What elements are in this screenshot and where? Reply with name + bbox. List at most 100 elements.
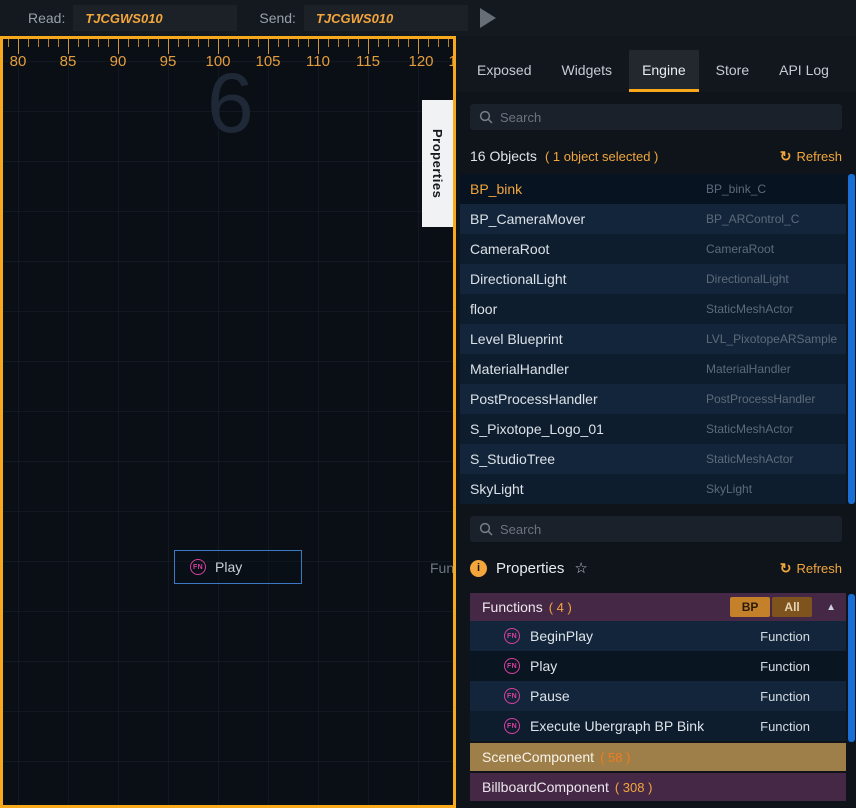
send-input[interactable] [304,5,468,31]
object-row[interactable]: S_StudioTree StaticMeshActor [460,444,846,474]
section-name: BillboardComponent [482,779,609,795]
refresh-icon: ↻ [780,148,792,165]
objects-refresh-button[interactable]: ↻ Refresh [780,148,842,165]
object-type: StaticMeshActor [706,452,838,466]
object-row[interactable]: MaterialHandler MaterialHandler [460,354,846,384]
section-name: SceneComponent [482,749,594,765]
objects-count: 16 Objects [470,148,537,164]
object-name: MaterialHandler [470,361,706,377]
play-icon[interactable] [480,8,496,28]
objects-search [470,104,842,130]
properties-refresh-button[interactable]: ↻ Refresh [780,560,842,577]
tab-store[interactable]: Store [703,50,762,92]
ruler-label: 110 [306,53,330,70]
object-name: Level Blueprint [470,331,706,347]
object-name: CameraRoot [470,241,706,257]
search-icon [479,522,493,536]
refresh-label: Refresh [796,149,842,164]
function-name: Pause [530,688,570,704]
function-row[interactable]: FN BeginPlay Function [470,621,846,651]
object-name: BP_bink [470,181,706,197]
function-row[interactable]: FN Pause Function [470,681,846,711]
object-row[interactable]: SkyLight SkyLight [460,474,846,504]
object-name: SkyLight [470,481,706,497]
object-row[interactable]: BP_CameraMover BP_ARControl_C [460,204,846,234]
tab-widgets[interactable]: Widgets [548,50,625,92]
objects-search-input[interactable] [470,104,842,130]
viewport-grid [3,39,453,805]
ruler-label: 80 [10,53,27,70]
ruler-label: 105 [255,53,280,70]
ruler-label: 85 [60,53,77,70]
section-count: ( 58 ) [600,750,630,765]
object-name: floor [470,301,706,317]
refresh-icon: ↻ [780,560,792,577]
play-function-widget[interactable]: FN Play [174,550,302,584]
object-row[interactable]: DirectionalLight DirectionalLight [460,264,846,294]
function-row[interactable]: FN Play Function [470,651,846,681]
star-icon[interactable]: ☆ [574,559,587,577]
object-row[interactable]: Level Blueprint LVL_PixotopeARSample... [460,324,846,354]
object-name: DirectionalLight [470,271,706,287]
object-type: LVL_PixotopeARSample... [706,332,838,346]
ruler-label-clipped: 125 [448,53,456,70]
tab-engine[interactable]: Engine [629,50,699,92]
search-icon [479,110,493,124]
properties-title: Properties [496,560,564,577]
objects-list: BP_bink BP_bink_C BP_CameraMover BP_ARCo… [460,174,846,504]
top-bar: Read: Send: [0,0,856,36]
all-filter-button[interactable]: All [772,597,812,617]
section-header-scenecomponent[interactable]: SceneComponent ( 58 ) [470,743,846,771]
fn-icon: FN [190,559,206,575]
objects-selection-note: ( 1 object selected ) [545,149,658,164]
object-row[interactable]: BP_bink BP_bink_C [460,174,846,204]
refresh-label: Refresh [796,561,842,576]
panel-tab-bar: Exposed Widgets Engine Store API Log [456,36,856,92]
collapse-icon[interactable]: ▲ [826,602,836,613]
fn-icon: FN [504,688,520,704]
object-name: S_StudioTree [470,451,706,467]
object-type: SkyLight [706,482,838,496]
section-header-billboardcomponent[interactable]: BillboardComponent ( 308 ) [470,773,846,801]
object-type: PostProcessHandler [706,392,838,406]
object-row[interactable]: PostProcessHandler PostProcessHandler [460,384,846,414]
fn-icon: FN [504,658,520,674]
object-row[interactable]: floor StaticMeshActor [460,294,846,324]
ruler-label: 115 [356,53,380,70]
object-type: DirectionalLight [706,272,838,286]
read-input[interactable] [73,5,237,31]
section-count: ( 308 ) [615,780,653,795]
object-type: CameraRoot [706,242,838,256]
object-type: StaticMeshActor [706,422,838,436]
bp-all-toggle: BP All [730,597,812,617]
ruler-label: 90 [110,53,127,70]
function-type: Function [760,689,810,704]
properties-side-tab[interactable]: Properties [422,100,453,227]
clipped-text: Func [430,560,456,576]
viewport: 80 85 90 95 100 105 110 115 120 125 6 Fu… [0,36,456,808]
function-type: Function [760,659,810,674]
tab-api-log[interactable]: API Log [766,50,842,92]
properties-search-input[interactable] [470,516,842,542]
section-header-functions[interactable]: Functions ( 4 ) BP All ▲ [470,593,846,621]
object-name: S_Pixotope_Logo_01 [470,421,706,437]
section-name: Functions [482,599,543,615]
tab-exposed[interactable]: Exposed [464,50,544,92]
object-row[interactable]: CameraRoot CameraRoot [460,234,846,264]
function-row[interactable]: FN Execute Ubergraph BP Bink Function [470,711,846,741]
objects-scrollbar[interactable] [848,174,855,504]
fn-icon: FN [504,628,520,644]
bp-filter-button[interactable]: BP [730,597,770,617]
read-label: Read: [28,10,65,26]
object-row[interactable]: S_Pixotope_Logo_01 StaticMeshActor [460,414,846,444]
properties-header: i Properties ☆ ↻ Refresh [470,556,842,580]
object-type: StaticMeshActor [706,302,838,316]
play-widget-label: Play [215,559,242,575]
functions-list: FN BeginPlay Function FN Play Function F… [470,621,846,741]
info-icon[interactable]: i [470,560,487,577]
properties-scrollbar[interactable] [848,594,855,742]
objects-header: 16 Objects ( 1 object selected ) ↻ Refre… [470,146,842,166]
function-name: Play [530,658,557,674]
ruler-major-ticks [3,39,453,54]
object-type: BP_bink_C [706,182,838,196]
